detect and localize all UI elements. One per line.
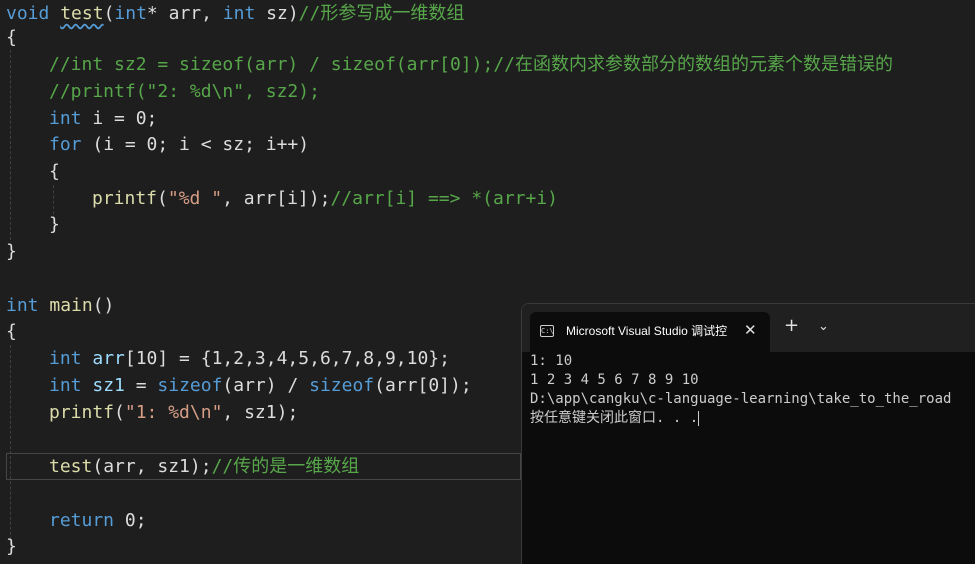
function-name: printf	[49, 402, 115, 423]
chevron-down-icon[interactable]: ⌄	[818, 317, 829, 337]
code-line-1[interactable]: void test(int* arr, int sz)//形参写成一维数组	[6, 0, 464, 27]
output-line-prompt: 按任意键关闭此窗口. . .	[530, 409, 970, 428]
code-text: (arr) /	[222, 375, 310, 396]
code-line-14[interactable]: int sz1 = sizeof(arr) / sizeof(arr[0]);	[49, 372, 472, 399]
code-text: , arr[i]);	[222, 188, 331, 209]
function-name: main	[49, 295, 93, 316]
comment: //形参写成一维数组	[298, 3, 465, 24]
brace: }	[6, 241, 17, 262]
keyword: for	[49, 134, 82, 155]
keyword: void	[6, 3, 50, 24]
indent-guide	[10, 50, 11, 240]
code-text: ()	[92, 295, 115, 316]
output-line: D:\app\cangku\c-language-learning\take_t…	[530, 391, 952, 407]
brace: {	[6, 321, 17, 342]
comment: //int sz2 = sizeof(arr) / sizeof(arr[0])…	[49, 54, 893, 75]
close-icon[interactable]: ✕	[744, 320, 757, 340]
code-line-11[interactable]: int main()	[6, 292, 114, 319]
brace: {	[49, 161, 60, 182]
keyword: int	[49, 375, 82, 396]
terminal-tab-title: Microsoft Visual Studio 调试控	[566, 324, 728, 338]
output-line: 1 2 3 4 5 6 7 8 9 10	[530, 372, 699, 388]
comment: //printf("2: %d\n", sz2);	[49, 81, 320, 102]
code-line-10[interactable]: }	[6, 238, 17, 265]
code-text: i = 0;	[81, 108, 158, 129]
terminal-output[interactable]: 1: 10 1 2 3 4 5 6 7 8 9 10 D:\app\cangku…	[530, 352, 970, 428]
code-line-9[interactable]: }	[49, 211, 60, 238]
terminal-tab[interactable]: C:\ Microsoft Visual Studio 调试控 ✕	[530, 312, 770, 352]
terminal-tab-bar: C:\ Microsoft Visual Studio 调试控 ✕ + ⌄	[522, 304, 975, 352]
code-line-7[interactable]: {	[49, 158, 60, 185]
code-line-15[interactable]: printf("1: %d\n", sz1);	[49, 399, 298, 426]
code-text: 0;	[114, 510, 147, 531]
brace: {	[6, 27, 17, 48]
paren: (	[103, 3, 115, 24]
output-line: 1: 10	[530, 353, 573, 369]
keyword: sizeof	[309, 375, 375, 396]
keyword: int	[222, 3, 256, 24]
indent-guide	[10, 345, 11, 550]
keyword: return	[49, 510, 115, 531]
paren: (	[157, 188, 168, 209]
paren: (	[114, 402, 125, 423]
keyword: int	[49, 108, 82, 129]
code-text: , sz1);	[222, 402, 299, 423]
brace: }	[49, 214, 60, 235]
identifier: sz1	[92, 375, 125, 396]
keyword: int	[49, 348, 82, 369]
param-text: arr,	[157, 3, 223, 24]
code-line-12[interactable]: {	[6, 318, 17, 345]
comment: //传的是一维数组	[211, 456, 360, 477]
code-line-6[interactable]: for (i = 0; i < sz; i++)	[49, 131, 309, 158]
keyword: int	[6, 295, 39, 316]
brace: }	[6, 536, 17, 557]
string-literal: "1: %d\n"	[124, 402, 223, 423]
code-line-13[interactable]: int arr[10] = {1,2,3,4,5,6,7,8,9,10};	[49, 345, 450, 372]
identifier: arr	[92, 348, 125, 369]
code-line-17[interactable]: return 0;	[49, 507, 147, 534]
string-literal: "%d "	[167, 188, 223, 209]
code-text: =	[124, 375, 158, 396]
keyword: sizeof	[157, 375, 223, 396]
function-name: test	[60, 3, 104, 24]
function-name: printf	[92, 188, 158, 209]
function-name: test	[49, 456, 93, 477]
code-line-5[interactable]: int i = 0;	[49, 105, 157, 132]
comment: //arr[i] ==> *(arr+i)	[330, 188, 559, 209]
code-line-18[interactable]: }	[6, 533, 17, 560]
code-text: (i = 0; i < sz; i++)	[81, 134, 310, 155]
pointer-star: *	[146, 3, 158, 24]
code-line-3[interactable]: //int sz2 = sizeof(arr) / sizeof(arr[0])…	[49, 51, 893, 78]
code-line-2[interactable]: {	[6, 24, 17, 51]
code-text: [10] = {1,2,3,4,5,6,7,8,9,10};	[124, 348, 450, 369]
debug-console-window[interactable]: C:\ Microsoft Visual Studio 调试控 ✕ + ⌄ 1:…	[521, 303, 975, 564]
code-line-4[interactable]: //printf("2: %d\n", sz2);	[49, 78, 320, 105]
code-text: (arr[0]);	[374, 375, 472, 396]
code-text: (arr, sz1);	[92, 456, 212, 477]
press-any-key-text: 按任意键关闭此窗口. . .	[530, 410, 699, 426]
param-text: sz)	[255, 3, 299, 24]
new-tab-button[interactable]: +	[784, 316, 799, 336]
text-cursor	[698, 410, 700, 426]
console-icon: C:\	[540, 325, 554, 337]
code-line-8[interactable]: printf("%d ", arr[i]);//arr[i] ==> *(arr…	[92, 185, 558, 212]
keyword: int	[114, 3, 147, 24]
code-line-16[interactable]: test(arr, sz1);//传的是一维数组	[49, 453, 359, 480]
